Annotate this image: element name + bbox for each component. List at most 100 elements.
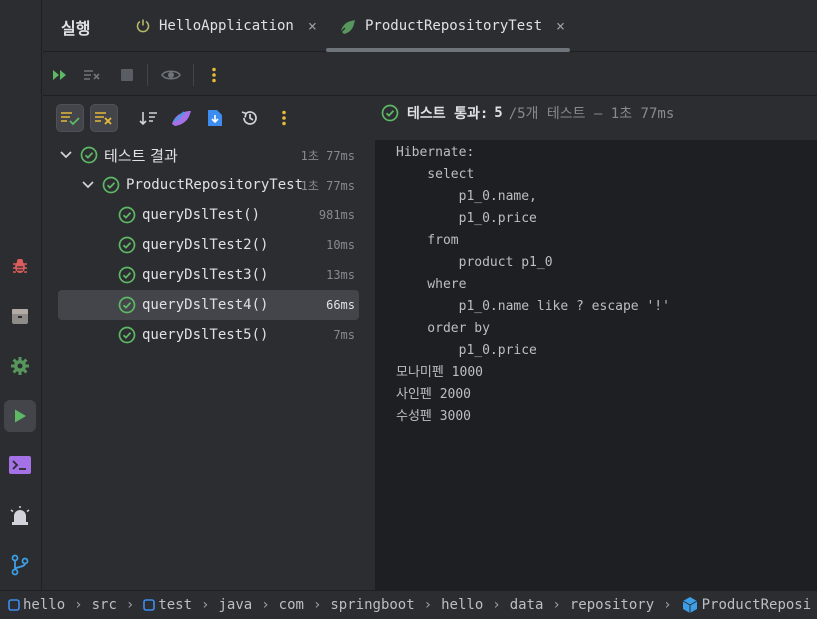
tree-row-test[interactable]: queryDslTest3() 13ms (58, 260, 359, 290)
pass-check-icon (118, 266, 136, 284)
breadcrumb-label: springboot (330, 597, 415, 613)
show-passed-icon[interactable] (56, 104, 84, 132)
chevron-down-icon[interactable] (80, 181, 96, 189)
close-icon[interactable]: × (556, 17, 565, 35)
test-summary: /5개 테스트 – 1초 77ms (508, 106, 675, 122)
breadcrumb-item[interactable]: hello (8, 597, 65, 613)
tree-row-test[interactable]: queryDslTest() 981ms (58, 200, 359, 230)
spring-test-icon (339, 18, 357, 34)
pass-check-icon (102, 176, 120, 194)
tree-row-label: queryDslTest2() (142, 237, 269, 253)
history-icon[interactable] (236, 104, 264, 132)
breadcrumb-separator: › (201, 597, 210, 613)
breadcrumb-label: ProductReposi (701, 597, 812, 613)
breadcrumb-separator: › (74, 597, 83, 613)
breadcrumb-label: java (218, 597, 253, 613)
tree-row-time: 13ms (326, 268, 355, 282)
settings-icon[interactable] (4, 350, 36, 382)
chevron-down-icon[interactable] (58, 151, 74, 159)
breadcrumb-separator: › (312, 597, 322, 613)
close-icon[interactable]: × (308, 17, 317, 35)
breadcrumb-item[interactable]: src (92, 597, 117, 613)
pass-check-icon (118, 206, 136, 224)
breadcrumb-label: src (91, 597, 117, 613)
tree-row-test[interactable]: queryDslTest2() 10ms (58, 230, 359, 260)
test-tree-toolbar (43, 97, 375, 139)
tree-row-time: 981ms (318, 208, 355, 222)
breadcrumb-item[interactable]: ProductReposi (681, 596, 812, 614)
breadcrumb-separator: › (492, 597, 501, 613)
breadcrumb-label: hello (23, 597, 66, 613)
tree-row-test-selected[interactable]: queryDslTest4() 66ms (58, 290, 359, 320)
more-icon[interactable] (200, 61, 228, 89)
breadcrumb-label: data (509, 597, 544, 613)
breadcrumb-item[interactable]: java (218, 597, 252, 613)
tree-row-time: 1초 77ms (300, 178, 355, 193)
tree-row-time: 66ms (326, 298, 355, 312)
breadcrumb-item[interactable]: springboot (330, 597, 414, 613)
tree-row-label: queryDslTest3() (142, 267, 269, 283)
breadcrumb-separator: › (125, 597, 135, 613)
pass-check-icon (80, 146, 98, 164)
breadcrumb-separator: › (552, 597, 561, 613)
breadcrumb-item[interactable]: data (510, 597, 544, 613)
tree-row-class[interactable]: ProductRepositoryTest 1초 77ms (58, 170, 359, 200)
breadcrumb-separator: › (423, 597, 433, 613)
breadcrumb-label: test (158, 597, 193, 613)
module-icon (8, 599, 20, 611)
run-toolbar (43, 53, 817, 96)
export-icon[interactable] (201, 104, 229, 132)
rerun-icon[interactable] (46, 61, 74, 89)
breadcrumb-item[interactable]: test (143, 597, 192, 613)
breadcrumb: hello › src › test › java › com › springboot › hello… (0, 590, 817, 619)
power-icon (135, 18, 151, 34)
tree-row-label: 테스트 결과 (104, 146, 178, 165)
toolbar-separator (193, 64, 194, 86)
breadcrumb-label: com (278, 597, 304, 613)
pass-check-icon (118, 326, 136, 344)
run-tool-window: 실행 HelloApplication × ProductRepositoryT… (43, 0, 817, 590)
pass-check-icon (381, 104, 399, 122)
tab-hello-application[interactable]: HelloApplication × (135, 0, 317, 52)
sort-icon[interactable] (135, 104, 163, 132)
breadcrumb-item[interactable]: hello (441, 597, 483, 613)
breadcrumb-item[interactable]: com (279, 597, 304, 613)
class-icon (681, 596, 699, 614)
console-text: Hibernate: select p1_0.name, p1_0.price … (396, 145, 670, 424)
show-ignored-icon[interactable] (90, 104, 118, 132)
notifications-icon[interactable] (4, 500, 36, 532)
pass-check-icon (118, 296, 136, 314)
breadcrumb-separator: › (261, 597, 270, 613)
services-icon[interactable] (4, 300, 36, 332)
breadcrumb-separator: › (663, 597, 672, 613)
console-output[interactable]: Hibernate: select p1_0.name, p1_0.price … (376, 140, 817, 590)
terminal-icon[interactable] (4, 449, 36, 481)
tree-row-time: 1초 77ms (300, 148, 355, 163)
tab-label: HelloApplication (159, 18, 294, 34)
test-results-tree: 테스트 결과 1초 77ms ProductRepositoryTest 1초 … (43, 140, 375, 590)
breadcrumb-item[interactable]: repository (570, 597, 654, 613)
pass-check-icon (118, 236, 136, 254)
active-tab-indicator (326, 48, 570, 52)
tab-product-repository-test[interactable]: ProductRepositoryTest × (339, 0, 565, 52)
debug-icon[interactable] (4, 250, 36, 282)
tree-row-label: ProductRepositoryTest (126, 177, 304, 193)
tree-row-root[interactable]: 테스트 결과 1초 77ms (58, 140, 359, 170)
stop-rerun-icon[interactable] (78, 61, 106, 89)
tree-row-test[interactable]: queryDslTest5() 7ms (58, 320, 359, 350)
module-icon (143, 599, 156, 611)
stop-icon[interactable] (113, 61, 141, 89)
run-icon[interactable] (4, 400, 36, 432)
git-icon[interactable] (4, 549, 36, 581)
tree-row-label: queryDslTest5() (142, 327, 269, 343)
tree-row-label: queryDslTest() (142, 207, 261, 223)
more-icon[interactable] (270, 104, 298, 132)
run-header: 실행 HelloApplication × ProductRepositoryT… (43, 0, 817, 52)
pass-count: 5 (494, 105, 503, 121)
spring-icon[interactable] (167, 104, 195, 132)
tab-label: ProductRepositoryTest (365, 18, 543, 34)
test-status-line: 테스트 통과: 5 /5개 테스트 – 1초 77ms (381, 101, 674, 125)
tree-row-time: 7ms (333, 328, 355, 342)
breadcrumb-label: repository (569, 597, 655, 613)
view-icon[interactable] (157, 61, 185, 89)
